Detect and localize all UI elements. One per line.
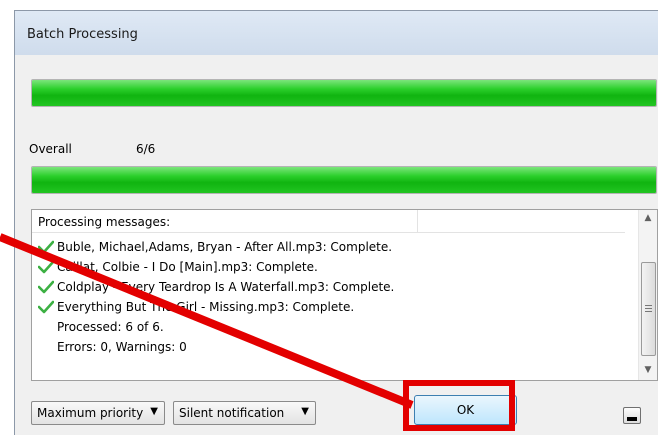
annotation-overlay	[0, 233, 414, 409]
annotation-arrow-line	[0, 233, 414, 409]
annotation-highlight-box	[403, 380, 515, 431]
